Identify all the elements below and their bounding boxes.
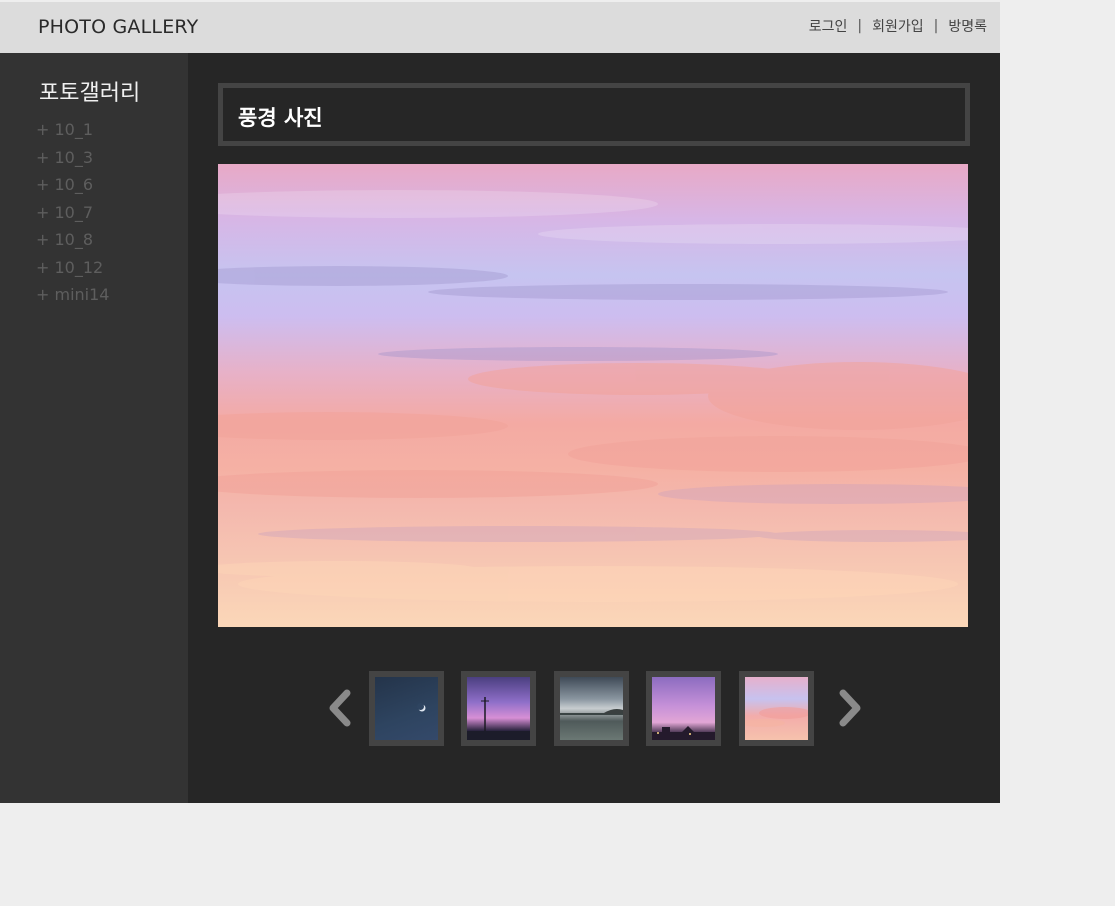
- gallery-frame: PHOTO GALLERY 로그인 | 회원가입 | 방명록 포토갤러리 + 1…: [0, 0, 1000, 803]
- heading-box: 풍경 사진: [218, 83, 970, 146]
- thumbnail-5[interactable]: [739, 671, 814, 746]
- pink-clouds-thumbnail: [745, 707, 808, 727]
- album-list: + 10_1 + 10_3 + 10_6 + 10_7 + 10_8 + 10_…: [36, 120, 109, 313]
- thumbnail-2[interactable]: [461, 671, 536, 746]
- sidebar-title: 포토갤러리: [39, 81, 141, 106]
- utility-pole-thumbnail: [467, 697, 530, 740]
- guestbook-link[interactable]: 방명록: [948, 16, 987, 36]
- rooftops-thumbnail: [652, 726, 715, 740]
- thumbnail-1[interactable]: [369, 671, 444, 746]
- sea-horizon-thumbnail: [560, 709, 623, 715]
- chevron-left-icon[interactable]: [325, 688, 355, 728]
- sidebar: 포토갤러리 + 10_1 + 10_3 + 10_6 + 10_7 + 10_8…: [0, 53, 188, 803]
- sidebar-item-10-3[interactable]: + 10_3: [36, 148, 109, 176]
- chevron-right-icon[interactable]: [835, 688, 865, 728]
- sidebar-item-10-8[interactable]: + 10_8: [36, 230, 109, 258]
- thumbnail-3[interactable]: [554, 671, 629, 746]
- top-nav: 로그인 | 회원가입 | 방명록: [809, 16, 987, 36]
- sunset-clouds-illustration: [218, 190, 968, 602]
- nav-separator: |: [857, 18, 863, 34]
- crescent-moon-thumbnail: [417, 703, 426, 712]
- page-title: 풍경 사진: [238, 106, 323, 130]
- login-link[interactable]: 로그인: [809, 16, 848, 36]
- sidebar-item-10-1[interactable]: + 10_1: [36, 120, 109, 148]
- signup-link[interactable]: 회원가입: [872, 16, 924, 36]
- nav-separator: |: [933, 18, 939, 34]
- main-content: 풍경 사진: [188, 53, 1000, 803]
- thumbnail-4[interactable]: [646, 671, 721, 746]
- sidebar-item-10-12[interactable]: + 10_12: [36, 258, 109, 286]
- sidebar-item-mini14[interactable]: + mini14: [36, 285, 109, 313]
- top-bar: PHOTO GALLERY 로그인 | 회원가입 | 방명록: [0, 2, 1000, 53]
- thumbnail-strip: [325, 670, 865, 746]
- sidebar-item-10-6[interactable]: + 10_6: [36, 175, 109, 203]
- main-photo: [218, 164, 968, 627]
- site-title[interactable]: PHOTO GALLERY: [38, 16, 198, 38]
- sidebar-item-10-7[interactable]: + 10_7: [36, 203, 109, 231]
